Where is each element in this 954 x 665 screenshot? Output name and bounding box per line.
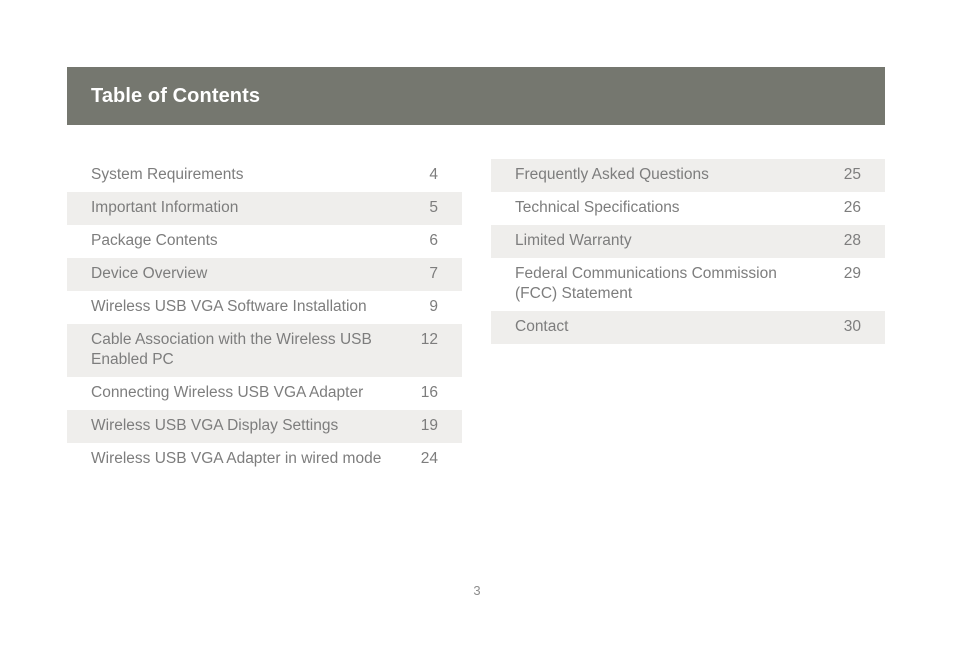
- toc-entry-page-number: 7: [429, 265, 438, 282]
- toc-entry-page-number: 16: [420, 384, 438, 401]
- toc-entry[interactable]: System Requirements 4: [67, 159, 462, 192]
- toc-entry-label: Wireless USB VGA Adapter in wired mode: [91, 450, 382, 467]
- toc-entry[interactable]: Wireless USB VGA Display Settings 19: [67, 410, 462, 443]
- toc-entry[interactable]: Device Overview 7: [67, 258, 462, 291]
- toc-entry-label: System Requirements: [91, 166, 244, 183]
- toc-entry[interactable]: Technical Specifications 26: [491, 192, 885, 225]
- toc-entry-label: Important Information: [91, 199, 239, 216]
- toc-page: Table of Contents System Requirements 4 Im…: [0, 0, 954, 665]
- toc-entry-page-number: 19: [420, 417, 438, 434]
- toc-entry-page-number: 24: [420, 450, 438, 467]
- toc-column-left: System Requirements 4 Important Informatio…: [67, 159, 462, 476]
- toc-entry[interactable]: Package Contents 6: [67, 225, 462, 258]
- toc-entry-page-number: 5: [429, 199, 438, 216]
- toc-entry-label: Limited Warranty: [515, 232, 632, 249]
- toc-entry-page-number: 28: [843, 232, 861, 249]
- toc-entry-page-number: 6: [429, 232, 438, 249]
- toc-entry-label: Package Contents: [91, 232, 218, 249]
- toc-entry-label: Technical Specifications: [515, 199, 680, 216]
- toc-entry-label: Connecting Wireless USB VGA Adapter: [91, 384, 364, 401]
- toc-entry[interactable]: Cable Association with the Wireless USB …: [67, 324, 462, 377]
- toc-entry-page-number: 26: [843, 199, 861, 216]
- toc-entry[interactable]: Important Information 5: [67, 192, 462, 225]
- toc-entry-label: Federal Communications Commission (FCC) …: [515, 265, 777, 302]
- toc-entry[interactable]: Limited Warranty 28: [491, 225, 885, 258]
- toc-entry[interactable]: Wireless USB VGA Software Installation 9: [67, 291, 462, 324]
- toc-entry-page-number: 29: [843, 265, 861, 282]
- toc-entry-page-number: 9: [429, 298, 438, 315]
- toc-entry[interactable]: Contact 30: [491, 311, 885, 344]
- toc-entry-page-number: 12: [420, 331, 438, 348]
- footer-page-number: 3: [473, 583, 481, 598]
- toc-entry-page-number: 4: [429, 166, 438, 183]
- toc-entry-label: Cable Association with the Wireless USB …: [91, 331, 372, 368]
- page-title: Table of Contents: [91, 84, 261, 107]
- toc-entry-page-number: 25: [843, 166, 861, 183]
- toc-entry[interactable]: Federal Communications Commission (FCC) …: [491, 258, 885, 311]
- toc-entry-label: Contact: [515, 318, 569, 335]
- toc-entry-page-number: 30: [843, 318, 861, 335]
- toc-entry-label: Wireless USB VGA Software Installation: [91, 298, 367, 315]
- toc-entry-label: Frequently Asked Questions: [515, 166, 709, 183]
- toc-header-bar: Table of Contents: [67, 67, 885, 125]
- toc-entry[interactable]: Frequently Asked Questions 25: [491, 159, 885, 192]
- toc-entry-label: Wireless USB VGA Display Settings: [91, 417, 339, 434]
- toc-entry-label: Device Overview: [91, 265, 208, 282]
- toc-entry[interactable]: Connecting Wireless USB VGA Adapter 16: [67, 377, 462, 410]
- toc-entry[interactable]: Wireless USB VGA Adapter in wired mode 24: [67, 443, 462, 476]
- toc-column-right: Frequently Asked Questions 25 Technical Sp…: [491, 159, 885, 344]
